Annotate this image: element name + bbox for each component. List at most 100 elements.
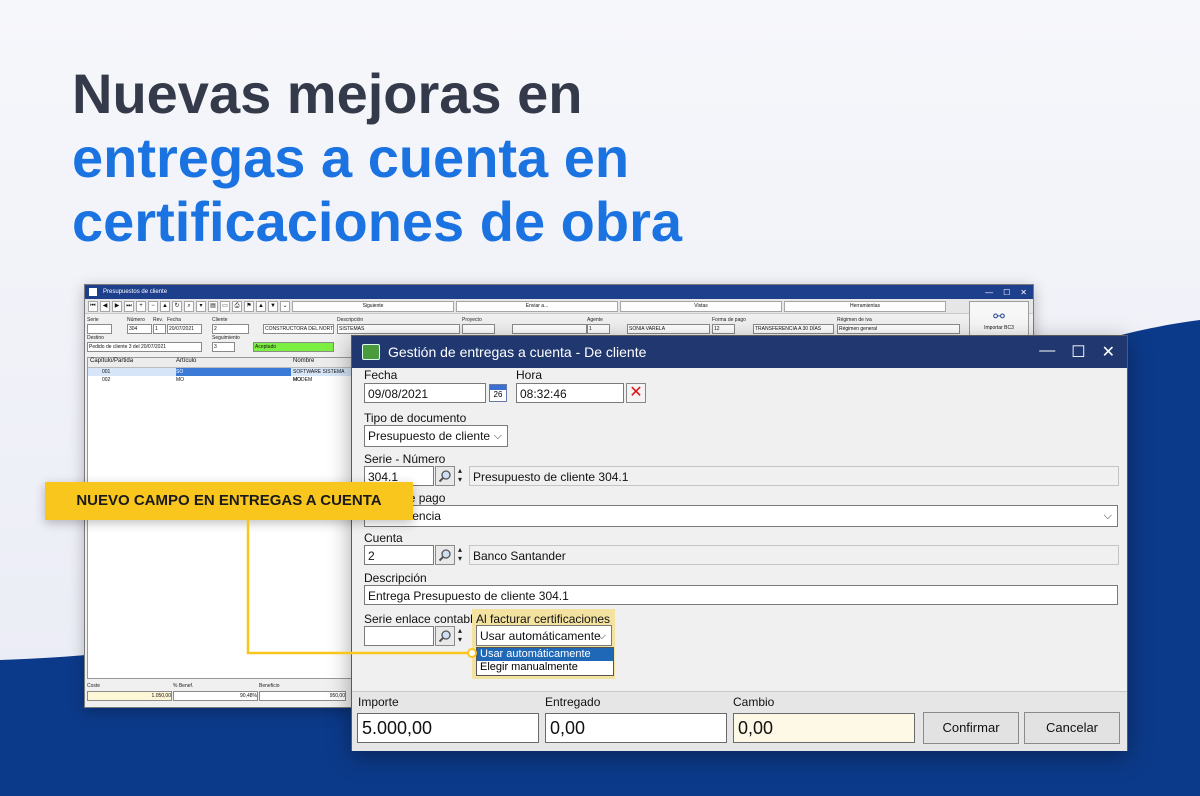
forma-pago-select[interactable]: Transferencia ⌵ [364, 505, 1118, 527]
search-icon[interactable] [435, 466, 455, 486]
chevron-down-icon: ⌵ [597, 630, 606, 642]
table-row[interactable]: 001 SO SOFTWARE SISTEMA MO [88, 368, 353, 383]
comment-icon[interactable]: ▭ [220, 300, 230, 312]
entregado-label: Entregado [545, 695, 601, 709]
confirm-button[interactable]: Confirmar [923, 712, 1019, 744]
calendar-day: 26 [493, 390, 503, 399]
flag-icon[interactable]: ⚑ [244, 300, 254, 312]
enviar-button[interactable]: Enviar a... [456, 300, 618, 312]
forma-pago-code-field[interactable]: 12 [712, 324, 735, 334]
search-icon[interactable]: ⌕ [184, 300, 194, 312]
delete-record-icon[interactable]: − [148, 300, 158, 312]
close-icon[interactable]: ✕ [1020, 288, 1027, 297]
importe-label: Importe [358, 695, 399, 709]
serie-label: Serie [87, 317, 99, 323]
cuenta-stepper[interactable]: ▴ ▾ [455, 545, 465, 565]
callout-banner: NUEVO CAMPO EN ENTREGAS A CUENTA [45, 482, 413, 520]
hora-input[interactable]: 08:32:46 [516, 383, 624, 403]
proyecto-name-field [512, 324, 587, 334]
minimize-icon[interactable]: — [985, 288, 993, 297]
importe-input[interactable]: 5.000,00 [357, 713, 539, 743]
headline-line-2: entregas a cuenta en [72, 126, 630, 189]
calendar-icon[interactable]: 26 [489, 384, 507, 402]
descripcion-input[interactable]: Entrega Presupuesto de cliente 304.1 [364, 585, 1118, 605]
coste-label: Coste [87, 683, 101, 689]
chevron-down-icon: ⌵ [1103, 510, 1112, 522]
print-icon[interactable]: ⎙ [232, 300, 242, 312]
rev-field[interactable]: 1 [153, 324, 166, 334]
cuenta-description: Banco Santander [469, 545, 1119, 565]
proyecto-field[interactable] [462, 324, 495, 334]
benef-pct-value: 90,48% [173, 691, 258, 701]
fecha-field[interactable]: 20/07/2021 [167, 324, 202, 334]
serie-enlace-label: Serie enlace contable [364, 612, 480, 626]
tipo-documento-label: Tipo de documento [364, 411, 467, 425]
dialog-app-icon [362, 344, 380, 360]
descripcion-label: Descripción [364, 571, 427, 585]
serie-numero-stepper[interactable]: ▴ ▾ [455, 466, 465, 486]
chevron-down-icon: ⌵ [493, 430, 502, 442]
grid-header-articulo: Artículo [176, 358, 197, 364]
filter-icon[interactable]: ▾ [196, 300, 206, 312]
refresh-icon[interactable]: ↻ [172, 300, 182, 312]
up-icon[interactable]: ▲ [160, 300, 170, 312]
fecha-input[interactable]: 09/08/2021 [364, 383, 486, 403]
dropdown-option-usar[interactable]: Usar automáticamente [477, 648, 613, 661]
close-icon[interactable]: ✕ [1102, 342, 1115, 362]
row-articulo: SO [176, 368, 291, 376]
importar-bc3-label: Importar BC3 [984, 325, 1014, 331]
agente-code-field[interactable]: 1 [587, 324, 610, 334]
herramientas-button[interactable]: Herramientas [784, 300, 946, 312]
vistas-button[interactable]: Vistas [620, 300, 782, 312]
cliente-code-field[interactable]: 2 [212, 324, 249, 334]
next-record-icon[interactable]: ▶ [112, 300, 122, 312]
table-row[interactable]: 002 MO MODEM [88, 376, 353, 384]
maximize-icon[interactable]: ☐ [1003, 288, 1010, 297]
move-down-icon[interactable]: ▼ [268, 300, 278, 312]
numero-field[interactable]: 304 [127, 324, 152, 334]
maximize-icon[interactable]: ☐ [1071, 342, 1085, 362]
cancel-button[interactable]: Cancelar [1024, 712, 1120, 744]
expand-icon[interactable]: ⌄ [280, 300, 290, 312]
search-icon[interactable] [435, 626, 455, 646]
entregado-input[interactable]: 0,00 [545, 713, 727, 743]
cuenta-input[interactable]: 2 [364, 545, 434, 565]
seguimiento-code-field[interactable]: 3 [212, 342, 235, 352]
dialog-title-bar: Gestión de entregas a cuenta - De client… [352, 336, 1127, 368]
search-icon[interactable] [435, 545, 455, 565]
headline: Nuevas mejoras en entregas a cuenta en c… [72, 62, 682, 254]
minimize-icon[interactable]: — [1039, 342, 1055, 362]
clear-icon[interactable]: ✕ [626, 383, 646, 403]
grid-header-capitulo: Capítulo/Partida [90, 358, 134, 364]
agente-label: Agente [587, 317, 603, 323]
beneficio-value: 950,00 [259, 691, 346, 701]
rev-label: Rev. [153, 317, 163, 323]
headline-line-3: certificaciones de obra [72, 190, 683, 253]
siguiente-button[interactable]: Siguiente [292, 300, 454, 312]
fecha-label: Fecha [364, 368, 398, 382]
first-record-icon[interactable]: ⏮ [88, 300, 98, 312]
tipo-documento-select[interactable]: Presupuesto de cliente ⌵ [364, 425, 508, 447]
tipo-documento-value: Presupuesto de cliente [368, 429, 491, 443]
serie-enlace-input[interactable] [364, 626, 434, 646]
agente-name-field: SONIA VARELA [627, 324, 710, 334]
add-record-icon[interactable]: + [136, 300, 146, 312]
dropdown-option-elegir[interactable]: Elegir manualmente [477, 661, 613, 674]
last-record-icon[interactable]: ⏭ [124, 300, 134, 312]
serie-enlace-stepper[interactable]: ▴ ▾ [455, 626, 465, 646]
row-nombre: MODEM [293, 377, 313, 383]
app-icon [89, 288, 97, 296]
descripcion-label: Descripción [337, 317, 364, 323]
move-up-icon[interactable]: ▲ [256, 300, 266, 312]
prev-record-icon[interactable]: ◀ [100, 300, 110, 312]
al-facturar-select[interactable]: Usar automáticamente ⌵ [476, 625, 612, 646]
serie-field[interactable] [87, 324, 112, 334]
regimen-iva-select[interactable]: Régimen general [837, 324, 960, 334]
dialog-title: Gestión de entregas a cuenta - De client… [388, 344, 647, 360]
forma-pago-name-field: TRANSFERENCIA A 30 DÍAS [753, 324, 834, 334]
note-icon[interactable]: ▤ [208, 300, 218, 312]
al-facturar-dropdown: Usar automáticamente Elegir manualmente [476, 647, 614, 676]
descripcion-field[interactable]: SISTEMAS [337, 324, 460, 334]
forma-pago-label: Forma de pago [712, 317, 746, 323]
row-capitulo: 002 [102, 377, 111, 383]
